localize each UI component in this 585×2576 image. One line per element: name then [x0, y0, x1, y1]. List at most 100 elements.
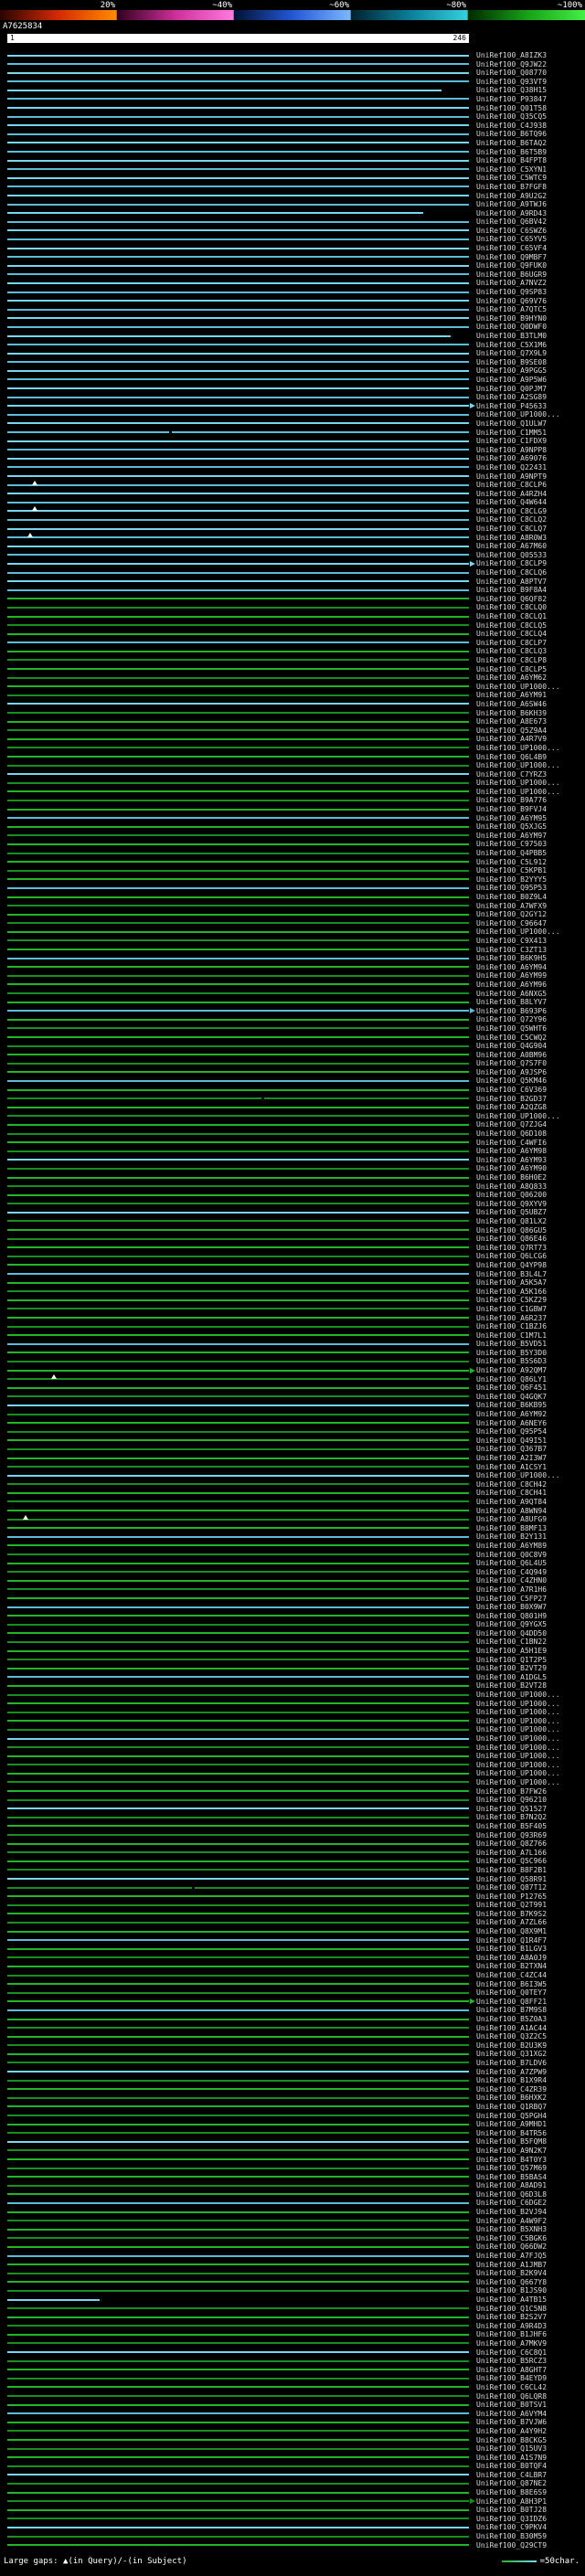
hit-id[interactable]: UniRef100_Q6LCG6 [476, 1252, 547, 1261]
hit-alignment-line[interactable] [7, 1685, 469, 1687]
hit-row[interactable]: UniRef100_C8CLP8 [0, 656, 585, 665]
hit-alignment-line[interactable] [7, 1071, 469, 1073]
hit-id[interactable]: UniRef100_A8H3P1 [476, 2497, 547, 2507]
hit-id[interactable]: UniRef100_C4ZHN0 [476, 1576, 547, 1585]
hit-alignment-line[interactable] [7, 90, 441, 91]
hit-alignment-line[interactable] [7, 326, 469, 328]
hit-row[interactable]: UniRef100_Q5KM46 [0, 1076, 585, 1086]
hit-alignment-line[interactable] [7, 405, 469, 407]
hit-alignment-line[interactable] [7, 2518, 469, 2519]
hit-row[interactable]: UniRef100_A1DGL5 [0, 1673, 585, 1682]
hit-id[interactable]: UniRef100_C5X1M6 [476, 341, 547, 350]
hit-alignment-line[interactable] [7, 1712, 469, 1713]
hit-alignment-line[interactable] [7, 510, 469, 512]
hit-alignment-line[interactable] [7, 2360, 469, 2362]
hit-id[interactable]: UniRef100_A4W9F2 [476, 2217, 547, 2226]
hit-alignment-line[interactable] [7, 1676, 469, 1678]
hit-row[interactable]: UniRef100_B8LYV7 [0, 998, 585, 1007]
hit-row[interactable]: UniRef100_UP1000... [0, 1112, 585, 1121]
hit-id[interactable]: UniRef100_Q801H9 [476, 1612, 547, 1621]
hit-id[interactable]: UniRef100_C4Q949 [476, 1568, 547, 1577]
hit-alignment-line[interactable] [7, 1352, 469, 1353]
hit-id[interactable]: UniRef100_Q1R4F7 [476, 1936, 547, 1945]
hit-row[interactable]: UniRef100_B0TJ28 [0, 2506, 585, 2515]
hit-row[interactable]: UniRef100_Q01T58 [0, 104, 585, 113]
hit-id[interactable]: UniRef100_A6YM91 [476, 691, 547, 700]
hit-row[interactable]: UniRef100_C5XYN1 [0, 165, 585, 175]
hit-id[interactable]: UniRef100_A7FJQ5 [476, 2252, 547, 2261]
hit-id[interactable]: UniRef100_B4T0Y3 [476, 2156, 547, 2165]
hit-id[interactable]: UniRef100_C6DGE2 [476, 2199, 547, 2208]
hit-row[interactable]: UniRef100_B1JS90 [0, 2286, 585, 2295]
hit-alignment-line[interactable] [7, 887, 469, 889]
hit-row[interactable]: UniRef100_B2Y131 [0, 1532, 585, 1542]
hit-id[interactable]: UniRef100_UP1000... [476, 1725, 560, 1734]
hit-alignment-line[interactable] [7, 905, 469, 906]
hit-row[interactable]: UniRef100_B5S6D3 [0, 1357, 585, 1366]
hit-id[interactable]: UniRef100_A8IZK3 [476, 51, 547, 60]
hit-alignment-line[interactable] [7, 1668, 469, 1670]
hit-alignment-line[interactable] [7, 1220, 469, 1222]
hit-id[interactable]: UniRef100_Q51527 [476, 1805, 547, 1814]
hit-row[interactable]: UniRef100_Q05533 [0, 551, 585, 560]
hit-row[interactable]: UniRef100_A4RZH4 [0, 490, 585, 499]
hit-alignment-line[interactable] [7, 378, 469, 380]
hit-row[interactable]: UniRef100_C1BZJ6 [0, 1322, 585, 1331]
hit-alignment-line[interactable] [7, 1500, 469, 1502]
hit-alignment-line[interactable] [7, 1922, 469, 1924]
hit-id[interactable]: UniRef100_Q57M69 [476, 2164, 547, 2173]
hit-row[interactable]: UniRef100_B0TSV1 [0, 2401, 585, 2410]
hit-id[interactable]: UniRef100_B5S6D3 [476, 1357, 547, 1366]
hit-id[interactable]: UniRef100_B6T5B9 [476, 148, 547, 157]
hit-row[interactable]: UniRef100_A5H1E9 [0, 1647, 585, 1656]
hit-id[interactable]: UniRef100_C8CLQ7 [476, 525, 547, 534]
hit-alignment-line[interactable] [7, 1702, 469, 1704]
hit-alignment-line[interactable] [7, 1290, 469, 1292]
hit-alignment-line[interactable] [7, 554, 469, 556]
hit-row[interactable]: UniRef100_B5BAS4 [0, 2173, 585, 2182]
hit-row[interactable]: UniRef100_Q1RBQ7 [0, 2103, 585, 2112]
hit-row[interactable]: UniRef100_B9F8A4 [0, 586, 585, 595]
hit-id[interactable]: UniRef100_Q5KM46 [476, 1076, 547, 1086]
hit-row[interactable]: UniRef100_Q0C8V9 [0, 1551, 585, 1560]
hit-alignment-line[interactable] [7, 2237, 469, 2239]
hit-id[interactable]: UniRef100_Q87NE2 [476, 2479, 547, 2488]
hit-id[interactable]: UniRef100_A2I3W7 [476, 1454, 547, 1463]
hit-alignment-line[interactable] [7, 1334, 469, 1336]
hit-alignment-line[interactable] [7, 1966, 469, 1967]
hit-row[interactable]: UniRef100_Q2GY12 [0, 910, 585, 919]
hit-alignment-line[interactable] [7, 265, 469, 267]
hit-alignment-line[interactable] [7, 2193, 469, 2195]
hit-row[interactable]: UniRef100_Q9YGX5 [0, 1620, 585, 1629]
hit-alignment-line[interactable] [7, 116, 469, 118]
hit-row[interactable]: UniRef100_Q6D3L8 [0, 2190, 585, 2200]
hit-row[interactable]: UniRef100_B9SE08 [0, 358, 585, 367]
hit-alignment-line[interactable] [7, 484, 469, 486]
hit-row[interactable]: UniRef100_B8F2B1 [0, 1866, 585, 1875]
hit-id[interactable]: UniRef100_Q7ZJG4 [476, 1120, 547, 1129]
hit-id[interactable]: UniRef100_B8MF13 [476, 1524, 547, 1533]
hit-row[interactable]: UniRef100_A8AD91 [0, 2181, 585, 2190]
hit-alignment-line[interactable] [7, 2386, 469, 2388]
hit-alignment-line[interactable] [7, 853, 469, 854]
hit-alignment-line[interactable] [7, 458, 469, 460]
hit-id[interactable]: UniRef100_Q1C5N8 [476, 2305, 547, 2314]
hit-row[interactable]: UniRef100_C8CH41 [0, 1489, 585, 1498]
hit-id[interactable]: UniRef100_C65VF4 [476, 244, 547, 253]
hit-alignment-line[interactable] [7, 651, 469, 652]
hit-id[interactable]: UniRef100_B2GD37 [476, 1095, 547, 1104]
hit-row[interactable]: UniRef100_A8IZK3 [0, 51, 585, 60]
hit-alignment-line[interactable] [7, 2158, 469, 2160]
hit-row[interactable]: UniRef100_Q3IDZ6 [0, 2515, 585, 2524]
hit-id[interactable]: UniRef100_UP1000... [476, 1112, 560, 1121]
hit-alignment-line[interactable] [7, 1781, 469, 1783]
hit-id[interactable]: UniRef100_B1JS90 [476, 2286, 547, 2295]
hit-alignment-line[interactable] [7, 721, 469, 723]
hit-id[interactable]: UniRef100_Q7S7F0 [476, 1059, 547, 1068]
hit-id[interactable]: UniRef100_B7LDV6 [476, 2059, 547, 2068]
hit-row[interactable]: UniRef100_Q93R69 [0, 1831, 585, 1840]
hit-row[interactable]: UniRef100_B5F405 [0, 1822, 585, 1831]
hit-id[interactable]: UniRef100_B6TQ96 [476, 130, 547, 139]
hit-row[interactable]: UniRef100_Q66DW2 [0, 2242, 585, 2252]
hit-row[interactable]: UniRef100_Q7RT73 [0, 1244, 585, 1253]
